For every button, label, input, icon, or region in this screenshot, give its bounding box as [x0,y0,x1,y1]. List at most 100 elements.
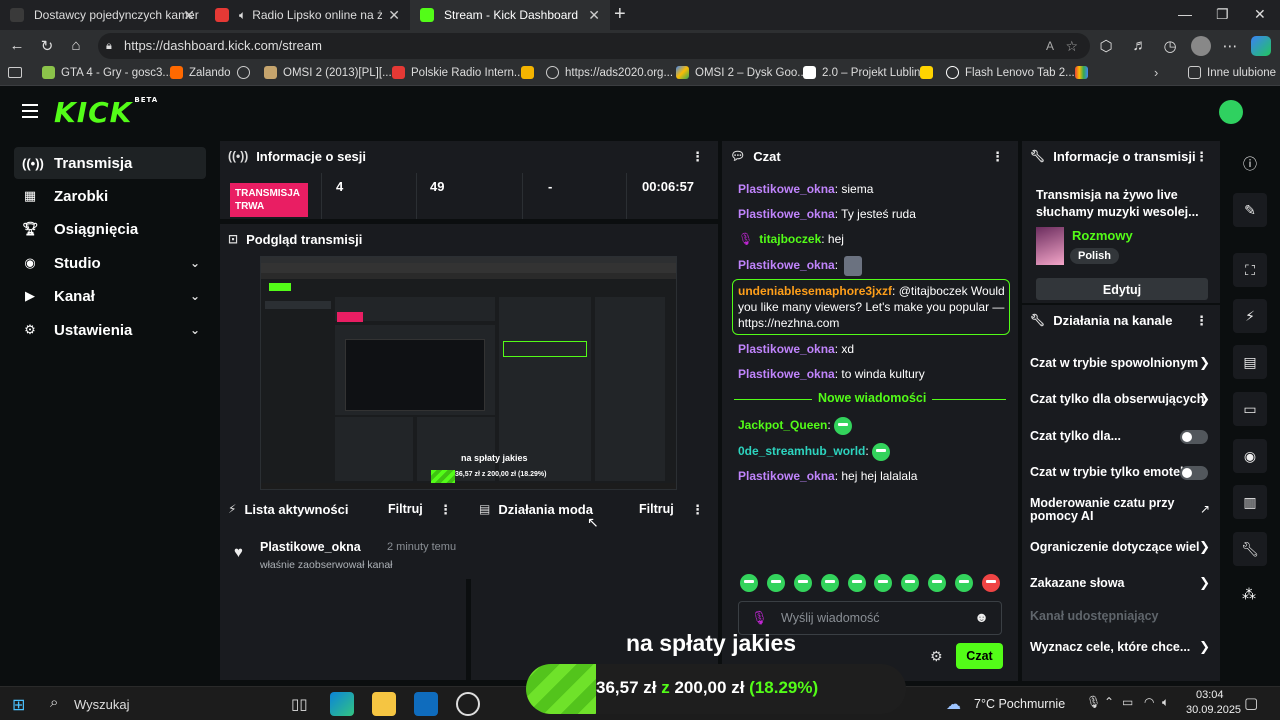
favorite-link[interactable] [920,66,939,79]
scan-icon[interactable]: ⛶ [1233,253,1267,287]
maximize-icon[interactable]: ❐ [1216,6,1229,23]
filter-button[interactable]: Filtruj [388,502,423,516]
favorite-link[interactable]: Zalando [170,66,231,79]
sidebar-item-transmisja[interactable]: ((•)) Transmisja [14,147,206,179]
info-icon[interactable]: ⓘ [1243,154,1257,174]
emote-icon[interactable] [766,574,785,592]
wifi-icon[interactable]: ◠ [1144,695,1154,709]
favorite-link[interactable]: Flash Lenovo Tab 2... [946,66,1075,79]
clock-time[interactable]: 03:04 [1196,689,1224,701]
favorite-link[interactable]: OMSI 2 – Dysk Goo... [676,66,807,79]
emote-only-toggle[interactable] [1180,466,1208,480]
chat-username[interactable]: undeniablesemaphore3jxzf [738,284,892,298]
edge-icon[interactable] [330,692,354,716]
action-followers-only[interactable]: Czat tylko dla obserwujących [1030,392,1210,406]
browser-tab[interactable]: Dostawcy pojedynczych kamer ✕ [0,0,205,30]
close-icon[interactable]: ✕ [183,7,195,24]
home-icon[interactable]: ⌂ [67,37,85,54]
reload-icon[interactable]: ↻ [38,37,56,55]
other-favorites[interactable]: Inne ulubione [1188,66,1276,79]
category-thumbnail[interactable] [1036,227,1064,265]
battery-icon[interactable]: ▭ [1122,695,1133,709]
stream-category[interactable]: Rozmowy [1072,228,1133,243]
emote-icon[interactable] [793,574,812,592]
task-view-icon[interactable]: ▯▯ [291,695,308,713]
action-set-goals[interactable]: Wyznacz cele, które chce... [1030,640,1195,654]
emote-icon[interactable] [847,574,866,592]
favorite-link[interactable]: https://ads2020.org... [546,66,673,79]
address-bar[interactable]: 🔒︎ https://dashboard.kick.com/stream A ☆ [98,33,1090,59]
chevron-right-icon[interactable]: ❯ [1199,539,1210,555]
emote-icon[interactable] [955,574,973,592]
kebab-menu-icon[interactable]: ⋮ [1195,149,1208,165]
obs-icon[interactable] [456,692,480,716]
action-message-length[interactable]: Ograniczenie dotyczące wiel [1030,540,1200,554]
kebab-menu-icon[interactable]: ⋮ [691,149,704,165]
apps-icon[interactable]: ⁂ [1242,586,1256,603]
favorite-link[interactable]: 2.0 – Projekt Lublin [803,66,920,79]
document-icon[interactable]: ▤ [1233,345,1267,379]
emote-icon[interactable] [901,574,920,592]
sidebar-item-ustawienia[interactable]: ⚙ Ustawienia ⌄ [14,314,206,346]
chat-settings-gear-icon[interactable]: ⚙ [930,648,943,665]
windows-start-icon[interactable]: ⊞ [12,695,25,715]
sidebar-item-studio[interactable]: ◉ Studio ⌄ [14,247,206,279]
chat-bubble-icon[interactable]: ▭ [1233,392,1267,426]
subs-only-toggle[interactable] [1180,430,1208,444]
favorite-link[interactable]: GTA 4 - Gry - gosc3... [42,66,172,79]
emote-icon[interactable] [928,574,947,592]
chevron-up-icon[interactable]: ⌃ [1104,695,1114,709]
edit-pencil-icon[interactable]: ✎ [1233,193,1267,227]
close-icon[interactable]: ✕ [588,7,600,24]
chevron-right-icon[interactable]: ❯ [1199,575,1210,591]
broadcast-icon[interactable]: ◉ [1233,439,1267,473]
chat-username[interactable]: Plastikowe_okna [738,342,835,356]
external-link-icon[interactable]: ↗ [1200,502,1210,516]
layout-icon[interactable]: ▥ [1233,485,1267,519]
chevron-right-icon[interactable]: ❯ [1199,355,1210,371]
emote-icon[interactable] [820,574,839,592]
chat-username[interactable]: Plastikowe_okna [738,469,835,483]
browser-tab-active[interactable]: Stream - Kick Dashboard ✕ [410,0,610,30]
clock-date[interactable]: 30.09.2025 [1186,704,1241,716]
emote-icon[interactable] [740,574,758,592]
window-close-icon[interactable]: ✕ [1254,6,1266,23]
favorite-link[interactable]: Polskie Radio Intern... [392,66,524,79]
sidebar-item-osiagniecia[interactable]: 🏆︎ Osiągnięcia [14,213,206,245]
chat-username[interactable]: Jackpot_Queen [738,418,827,432]
favorite-link[interactable] [1075,66,1094,79]
sidebar-item-kanal[interactable]: ▶ Kanał ⌄ [14,280,206,312]
favorite-link[interactable] [237,66,256,79]
read-aloud-icon[interactable]: A [1046,33,1054,59]
favorite-link[interactable]: OMSI 2 (2013)[PL][... [264,66,392,79]
new-messages-label[interactable]: Nowe wiadomości [812,391,933,405]
filter-button[interactable]: Filtruj [639,502,674,516]
outlook-icon[interactable] [414,692,438,716]
more-menu-icon[interactable]: ⋯ [1221,37,1239,55]
search-icon[interactable]: ⌕ [50,694,58,711]
edit-button[interactable]: Edytuj [1036,278,1208,300]
weather-text[interactable]: 7°C Pochmurnie [974,697,1065,711]
back-icon[interactable]: ← [8,37,26,54]
wrench-icon[interactable]: 🔧︎ [1233,532,1267,566]
chevron-right-icon[interactable]: › [1154,65,1158,80]
chat-username[interactable]: 0de_streamhub_world [738,444,865,458]
speaker-icon[interactable]: 🔈︎ [239,8,246,23]
collections-icon[interactable]: ♬ [1131,37,1149,54]
hamburger-menu-icon[interactable] [22,104,38,118]
stream-preview-video[interactable]: na spłaty jakies 36,57 zł z 200,00 zł (1… [260,256,677,490]
chevron-right-icon[interactable]: ❯ [1199,639,1210,655]
profile-avatar[interactable] [1191,36,1211,56]
chat-username[interactable]: titajboczek [759,232,821,246]
taskbar-search[interactable]: Wyszukaj [74,697,130,712]
emote-icon[interactable] [874,574,893,592]
send-chat-button[interactable]: Czat [956,643,1003,669]
kebab-menu-icon[interactable]: ⋮ [1195,313,1208,329]
extensions-icon[interactable]: ⬡ [1097,37,1115,55]
user-avatar[interactable] [1219,100,1243,124]
kebab-menu-icon[interactable]: ⋮ [439,502,452,518]
minimize-icon[interactable]: — [1178,6,1192,22]
action-ai-moderation[interactable]: Moderowanie czatu przy pomocy AI [1030,497,1190,523]
chat-username[interactable]: Plastikowe_okna [738,182,835,196]
action-slow-mode[interactable]: Czat w trybie spowolnionym [1030,356,1210,370]
